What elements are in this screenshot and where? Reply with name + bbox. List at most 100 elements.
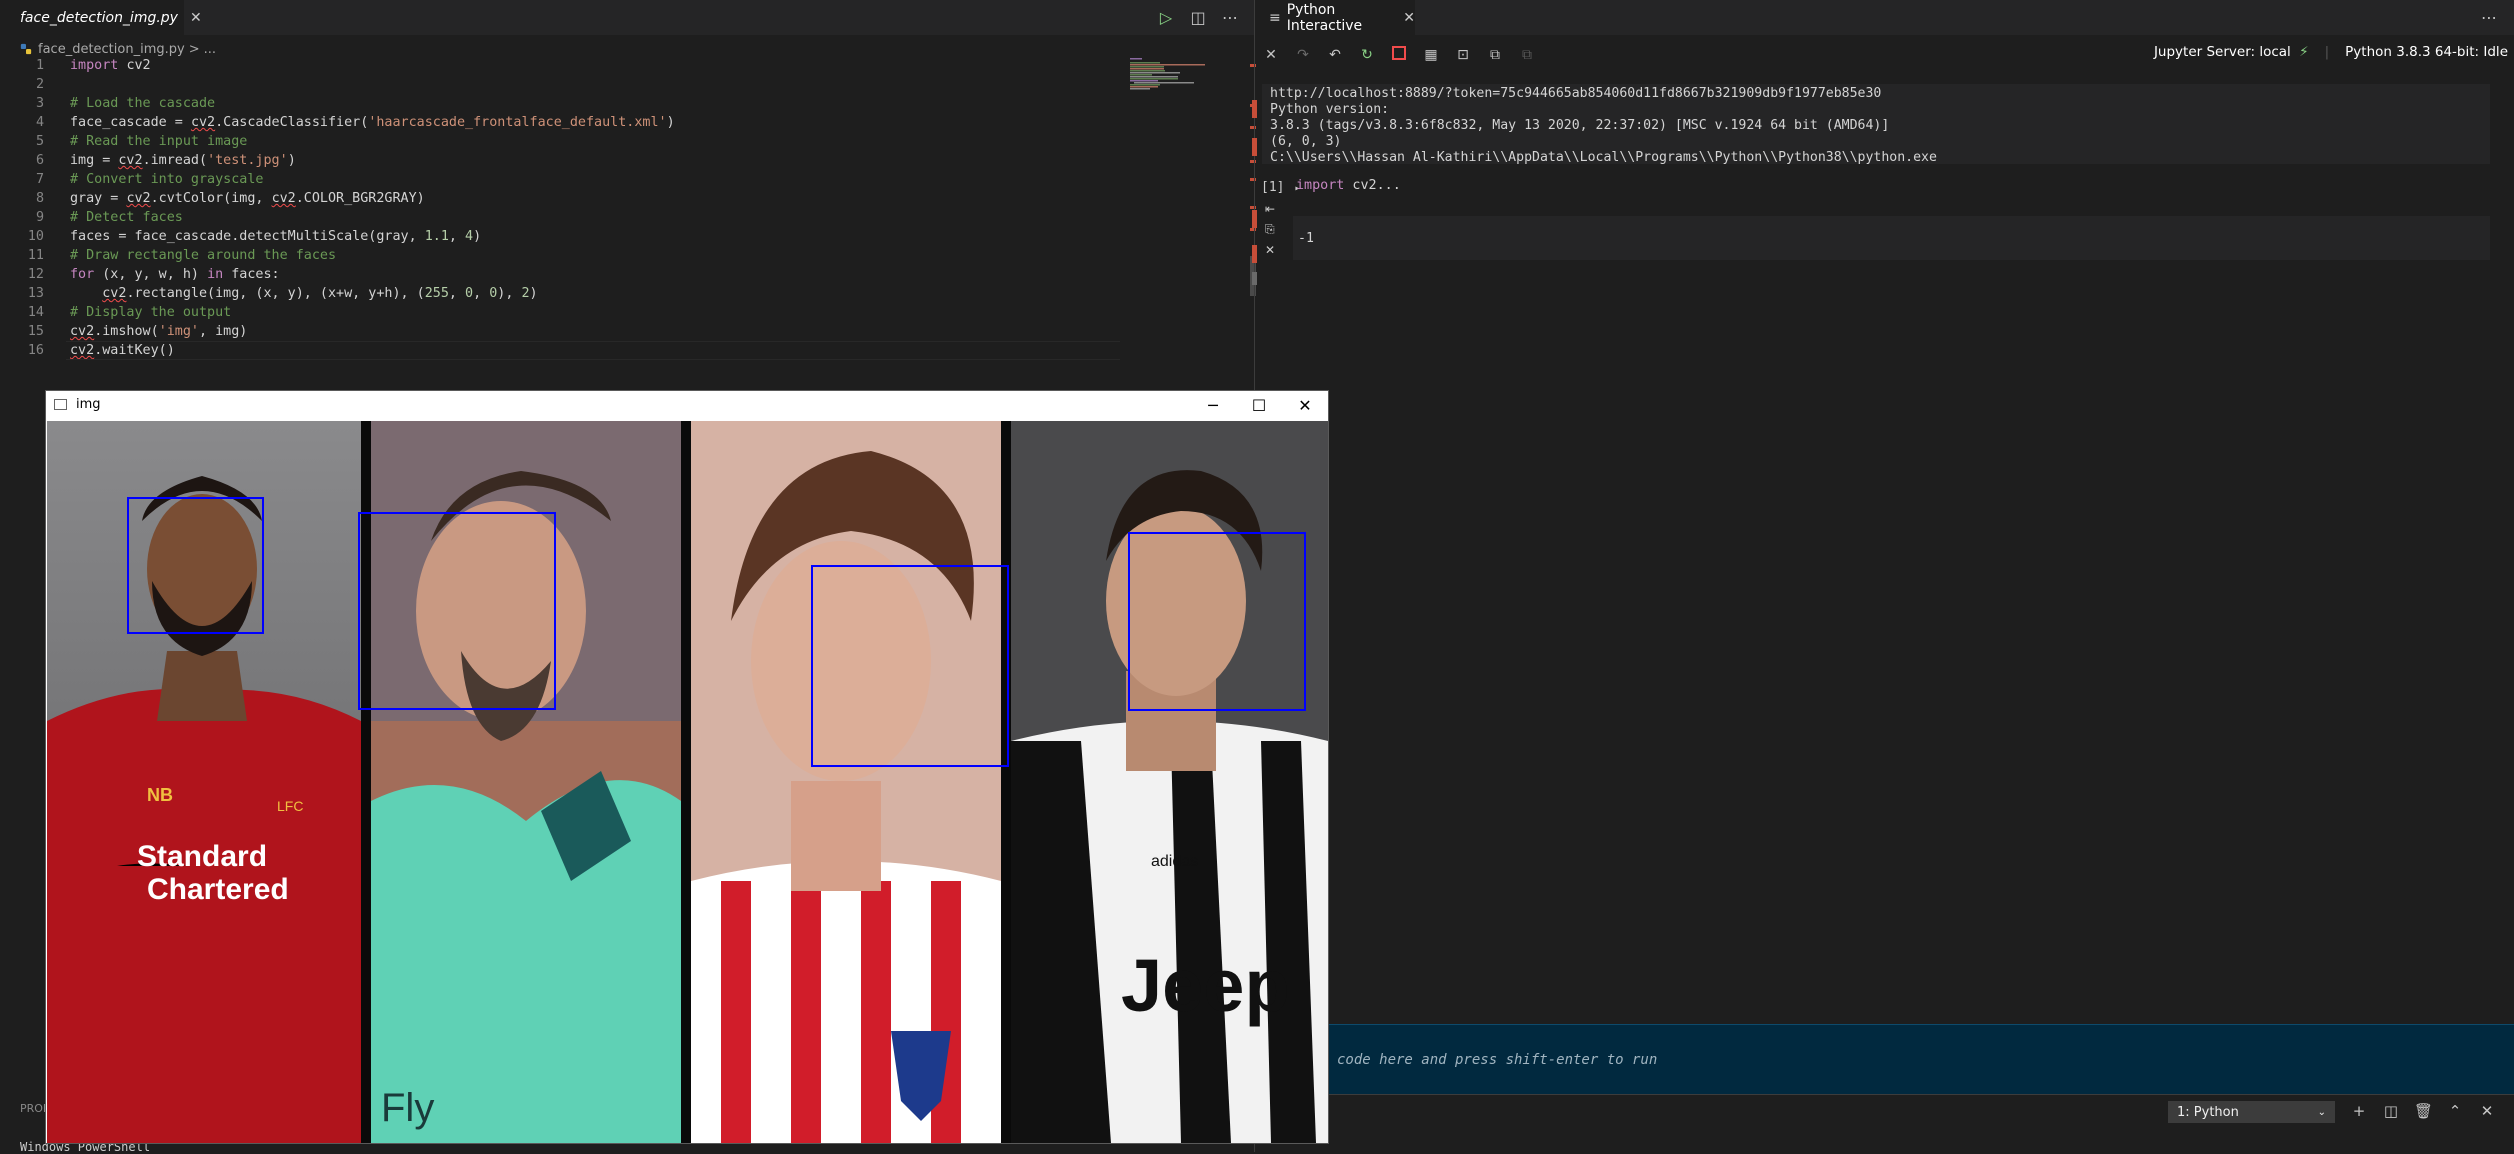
cell-output: -1: [1298, 231, 1314, 246]
breadcrumb-separator: >: [188, 41, 200, 57]
code-token: ): [473, 229, 482, 244]
code-token: , img): [199, 324, 248, 339]
code-line[interactable]: 8 gray = cv2.cvtColor(img, cv2.COLOR_BGR2…: [0, 189, 1120, 208]
face-box: [358, 512, 556, 710]
cell-gutter-marks: [1252, 100, 1257, 285]
run-icon[interactable]: ▷: [1157, 9, 1175, 27]
code-line[interactable]: 5 # Read the input image: [0, 132, 1120, 151]
jupyter-server-status[interactable]: Jupyter Server: local ⚡: [2154, 44, 2309, 60]
code-token: # Draw rectangle around the faces: [70, 248, 337, 263]
line-number: 16: [27, 343, 44, 358]
kernel-status-bar: Jupyter Server: local ⚡ | Python 3.8.3 6…: [2154, 44, 2508, 60]
code-token: # Detect faces: [70, 210, 183, 225]
breadcrumb-more[interactable]: ...: [204, 42, 216, 57]
copy-to-source-icon[interactable]: ⎘: [1265, 222, 1279, 237]
window-app-icon: [54, 399, 67, 410]
code-editor[interactable]: 1 import cv2 2 3 # Load the cascade 4 face_cas…: [0, 56, 1120, 360]
code-token: face_cascade =: [70, 115, 191, 130]
line-number: 3: [35, 96, 44, 111]
face-box: [811, 565, 1009, 767]
line-number: 12: [27, 267, 44, 282]
close-icon[interactable]: ✕: [1282, 393, 1328, 419]
code-token: ,: [448, 229, 466, 244]
restart-kernel-icon[interactable]: ↻: [1358, 46, 1376, 64]
code-line[interactable]: 2: [0, 75, 1120, 94]
code-token: in: [207, 267, 224, 282]
image-window-title: img: [76, 397, 101, 412]
svg-text:NB: NB: [147, 785, 173, 805]
code-line[interactable]: 11 # Draw rectangle around the faces: [0, 246, 1120, 265]
cell-count-label: [1]: [1261, 180, 1285, 195]
line-number: 7: [35, 172, 44, 187]
code-line[interactable]: 1 import cv2: [0, 56, 1120, 75]
code-line[interactable]: 14 # Display the output: [0, 303, 1120, 322]
input-placeholder: code here and press shift-enter to run: [1337, 1052, 1658, 1068]
line-number: 15: [27, 324, 44, 339]
terminal-select[interactable]: 1: Python ⌄: [2168, 1101, 2335, 1123]
code-line[interactable]: 3 # Load the cascade: [0, 94, 1120, 113]
cell-actions: ⇤ ⎘ ✕: [1265, 202, 1279, 257]
delete-cell-icon[interactable]: ✕: [1265, 243, 1279, 257]
code-line[interactable]: 13 cv2.rectangle(img, (x, y), (x+w, y+h)…: [0, 284, 1120, 303]
minimap[interactable]: [1130, 56, 1245, 96]
editor-tab-bar: [0, 0, 1254, 35]
kill-terminal-icon[interactable]: 🗑: [2414, 1102, 2433, 1120]
photo-panel-3: [691, 421, 1001, 1143]
kernel-status[interactable]: Python 3.8.3 64-bit: Idle: [2345, 44, 2508, 60]
expand-icon[interactable]: ⧉: [1518, 46, 1536, 64]
more-actions-icon[interactable]: ⋯: [1221, 9, 1239, 27]
clear-all-icon[interactable]: ✕: [1262, 46, 1280, 64]
split-terminal-icon[interactable]: ◫: [2382, 1102, 2400, 1120]
photo-separator: [1001, 421, 1011, 1143]
code-line[interactable]: 6 img = cv2.imread('test.jpg'): [0, 151, 1120, 170]
minimize-icon[interactable]: ─: [1190, 393, 1236, 419]
code-token: 255: [424, 286, 449, 301]
code-token: (x, y, w, h): [94, 267, 208, 282]
code-token: .imread(: [142, 153, 208, 168]
code-token: .COLOR_BGR2GRAY): [295, 191, 425, 206]
svg-text:Chartered: Chartered: [147, 873, 289, 906]
code-line[interactable]: 7 # Convert into grayscale: [0, 170, 1120, 189]
code-token: img =: [70, 153, 119, 168]
code-line[interactable]: 4 face_cascade = cv2.CascadeClassifier('h…: [0, 113, 1120, 132]
line-number: 6: [35, 153, 44, 168]
variables-icon[interactable]: ▦: [1422, 46, 1440, 64]
code-token: 1.1: [424, 229, 449, 244]
interrupt-kernel-icon[interactable]: [1390, 46, 1408, 64]
goto-code-icon[interactable]: ⇤: [1265, 202, 1279, 216]
cell-code[interactable]: import cv2...: [1296, 178, 1401, 193]
split-editor-icon[interactable]: ◫: [1189, 9, 1207, 27]
terminal-select-value: 1: Python: [2177, 1104, 2239, 1120]
image-window-titlebar[interactable]: img ─ ☐ ✕: [46, 391, 1328, 421]
code-token: # Load the cascade: [70, 96, 216, 111]
code-line[interactable]: 12 for (x, y, w, h) in faces:: [0, 265, 1120, 284]
more-actions-icon[interactable]: ⋯: [2480, 9, 2498, 27]
close-icon[interactable]: ✕: [1403, 10, 1415, 26]
chevron-down-icon: ⌄: [2317, 1106, 2326, 1118]
maximize-icon[interactable]: ☐: [1236, 393, 1282, 419]
code-line[interactable]: 15 cv2.imshow('img', img): [0, 322, 1120, 341]
maximize-panel-icon[interactable]: ⌃: [2446, 1102, 2464, 1120]
tab-python-interactive[interactable]: ≡ Python Interactive ✕: [1255, 0, 1415, 35]
line-number: 9: [35, 210, 44, 225]
close-icon[interactable]: ✕: [190, 10, 202, 26]
face-box: [127, 497, 264, 634]
code-token: .cvtColor(img,: [150, 191, 272, 206]
code-token: # Convert into grayscale: [70, 172, 264, 187]
interactive-toolbar: ✕ ↷ ↶ ↻ ▦ ⊡ ⧉ ⧉: [1262, 43, 1536, 67]
opencv-image-window[interactable]: img ─ ☐ ✕ Standard Chartered NB LFC Fly …: [45, 390, 1329, 1144]
redo-icon[interactable]: ↷: [1294, 46, 1312, 64]
export-icon[interactable]: ⧉: [1486, 46, 1504, 64]
editor-tab-face-detection[interactable]: face_detection_img.py ✕: [0, 0, 202, 35]
code-line[interactable]: 10 faces = face_cascade.detectMultiScale(…: [0, 227, 1120, 246]
breadcrumb-file[interactable]: face_detection_img.py: [38, 42, 185, 57]
new-terminal-icon[interactable]: +: [2350, 1102, 2368, 1120]
code-line[interactable]: 16 cv2.waitKey(): [0, 341, 1120, 360]
code-token: 'haarcascade_frontalface_default.xml': [368, 115, 667, 130]
svg-text:LFC: LFC: [277, 798, 303, 814]
code-token: ): [529, 286, 538, 301]
close-panel-icon[interactable]: ✕: [2478, 1102, 2496, 1120]
undo-icon[interactable]: ↶: [1326, 46, 1344, 64]
code-line[interactable]: 9 # Detect faces: [0, 208, 1120, 227]
save-icon[interactable]: ⊡: [1454, 46, 1472, 64]
